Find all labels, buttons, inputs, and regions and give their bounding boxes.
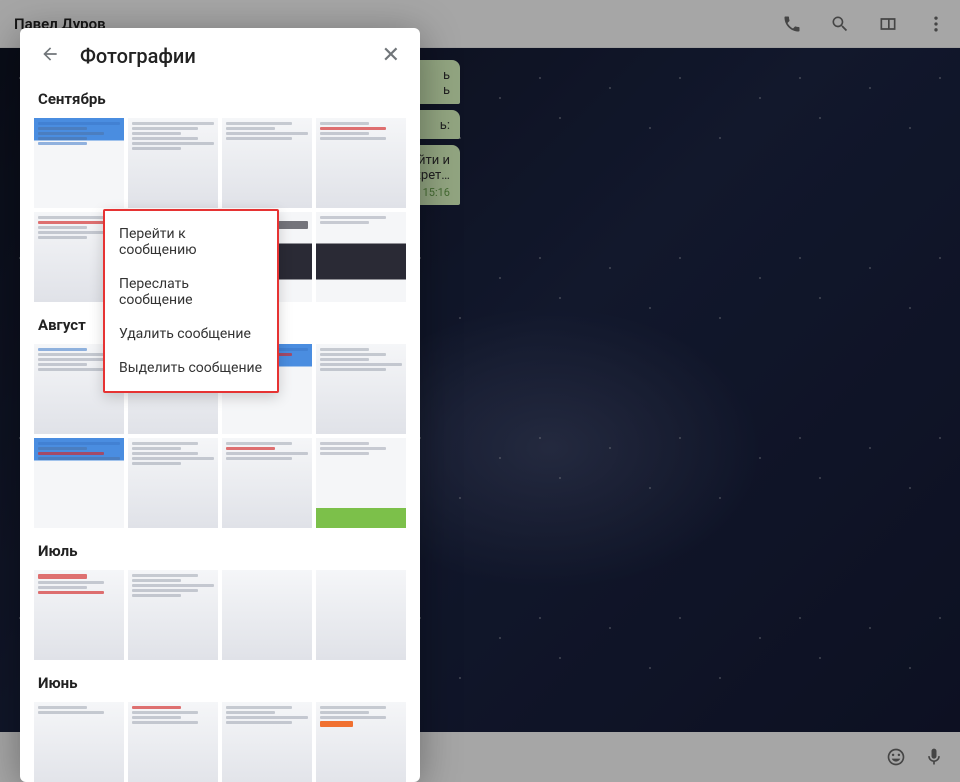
photo-thumb[interactable] xyxy=(34,438,124,528)
close-icon[interactable]: ✕ xyxy=(382,45,400,67)
photo-thumb[interactable] xyxy=(222,438,312,528)
photo-thumb[interactable] xyxy=(316,702,406,782)
photo-thumb[interactable] xyxy=(34,702,124,782)
photo-thumb[interactable] xyxy=(222,570,312,660)
ctx-forward-message[interactable]: Переслать сообщение xyxy=(105,267,277,317)
photo-thumb[interactable] xyxy=(316,344,406,434)
thumbnail-grid xyxy=(34,570,406,660)
photo-thumb[interactable] xyxy=(128,438,218,528)
thumbnail-grid xyxy=(34,702,406,782)
photo-thumb[interactable] xyxy=(316,212,406,302)
context-menu: Перейти к сообщению Переслать сообщение … xyxy=(103,209,279,393)
photo-thumb[interactable] xyxy=(316,570,406,660)
photo-thumb[interactable] xyxy=(222,118,312,208)
panel-body[interactable]: Сентябрь Август Июль xyxy=(20,84,420,782)
ctx-select-message[interactable]: Выделить сообщение xyxy=(105,351,277,385)
section-label: Сентябрь xyxy=(38,90,402,108)
photo-thumb[interactable] xyxy=(316,118,406,208)
photo-thumb[interactable] xyxy=(128,118,218,208)
photos-panel: Фотографии ✕ Сентябрь Август Ию xyxy=(20,28,420,782)
photo-thumb[interactable] xyxy=(222,702,312,782)
photo-thumb[interactable] xyxy=(316,438,406,528)
photo-thumb[interactable] xyxy=(34,570,124,660)
panel-header: Фотографии ✕ xyxy=(20,28,420,84)
photo-thumb[interactable] xyxy=(128,570,218,660)
panel-title: Фотографии xyxy=(80,44,196,68)
photo-thumb[interactable] xyxy=(128,702,218,782)
photo-thumb[interactable] xyxy=(34,118,124,208)
back-icon[interactable] xyxy=(40,44,60,68)
ctx-delete-message[interactable]: Удалить сообщение xyxy=(105,317,277,351)
section-label: Июль xyxy=(38,542,402,560)
ctx-goto-message[interactable]: Перейти к сообщению xyxy=(105,217,277,267)
section-label: Июнь xyxy=(38,674,402,692)
